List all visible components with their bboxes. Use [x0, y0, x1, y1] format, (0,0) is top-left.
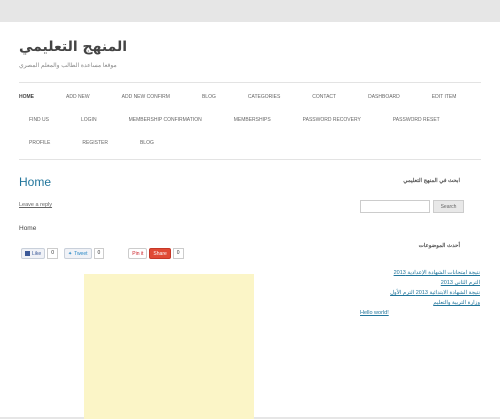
- nav-item-membership-confirmation[interactable]: MEMBERSHIP CONFIRMATION: [119, 109, 212, 132]
- nav-item-password-reset[interactable]: PASSWORD RESET: [383, 109, 450, 132]
- leave-reply-link[interactable]: Leave a reply: [19, 202, 52, 208]
- tweet-button[interactable]: ✦ Tweet: [63, 248, 92, 259]
- nav-item-categories[interactable]: CATEGORIES: [238, 86, 290, 109]
- nav-item-edit-item[interactable]: EDIT ITEM: [422, 86, 467, 109]
- tweet-label: Tweet: [74, 250, 88, 257]
- recent-posts-title: أحدث الموضوعات: [418, 243, 460, 249]
- nav-item-login[interactable]: LOGIN: [71, 109, 107, 132]
- pin-label: Pin it: [132, 250, 144, 257]
- recent-post-link[interactable]: نتيجة امتحانات الشهادة الإعدادية 2013: [360, 268, 480, 278]
- site-title[interactable]: المنهج التعليمي: [19, 39, 127, 55]
- nav-item-add-new-confirm[interactable]: ADD NEW CONFIRM: [112, 86, 180, 109]
- nav-item-add-new[interactable]: ADD NEW: [56, 86, 100, 109]
- main-navigation: HOME ADD NEW ADD NEW CONFIRM BLOG CATEGORIES…: [19, 86, 481, 155]
- like-count: 0: [47, 248, 58, 259]
- share-bar: Like 0 ✦ Tweet 0 Pin it Share 0: [21, 248, 190, 259]
- nav-item-dashboard[interactable]: DASHBOARD: [358, 86, 410, 109]
- nav-item-blog[interactable]: BLOG: [130, 132, 164, 155]
- facebook-like-button[interactable]: Like: [21, 248, 46, 259]
- entry-title: Home: [19, 175, 52, 189]
- nav-item-memberships[interactable]: MEMBERSHIPS: [224, 109, 281, 132]
- search-button[interactable]: Search: [433, 200, 464, 213]
- nav-item-find-us[interactable]: FIND US: [19, 109, 59, 132]
- twitter-icon: ✦: [67, 250, 73, 257]
- recent-post-link[interactable]: Hello world!: [360, 308, 480, 318]
- google-plus-count: 0: [172, 248, 184, 259]
- facebook-icon: [25, 251, 30, 256]
- nav-item-contact[interactable]: CONTACT: [302, 86, 346, 109]
- search-widget-title: ابحث في المنهج التعليمي: [403, 178, 460, 184]
- page-container: المنهج التعليمي موقعا مساعدة الطالب والم…: [0, 22, 500, 419]
- nav-item-register[interactable]: REGISTER: [72, 132, 118, 155]
- nav-item-password-recovery[interactable]: PASSWORD RECOVERY: [293, 109, 371, 132]
- recent-post-link[interactable]: نتيجة الشهادة الابتدائية 2013 الترم الأو…: [360, 288, 480, 298]
- nav-top-divider: [19, 82, 481, 83]
- pinterest-button[interactable]: Pin it: [128, 248, 148, 259]
- nav-item-profile[interactable]: PROFILE: [19, 132, 60, 155]
- tweet-count: 0: [93, 248, 105, 259]
- recent-posts-list: نتيجة امتحانات الشهادة الإعدادية 2013 الت…: [360, 268, 480, 318]
- google-plus-button[interactable]: Share: [149, 248, 171, 259]
- advertisement-placeholder: [84, 274, 254, 419]
- google-plus-label: Share: [153, 250, 167, 257]
- search-input[interactable]: [360, 200, 430, 213]
- nav-bottom-divider: [19, 159, 481, 160]
- recent-post-link[interactable]: وزارة التربية والتعليم: [360, 298, 480, 308]
- entry-content: Home: [19, 225, 37, 232]
- recent-post-link[interactable]: الترم الثاني 2013: [360, 278, 480, 288]
- like-label: Like: [32, 250, 42, 257]
- nav-item-blog[interactable]: BLOG: [192, 86, 226, 109]
- nav-item-home[interactable]: HOME: [19, 86, 44, 109]
- site-description: موقعا مساعدة الطالب والمعلم المصري: [19, 63, 117, 69]
